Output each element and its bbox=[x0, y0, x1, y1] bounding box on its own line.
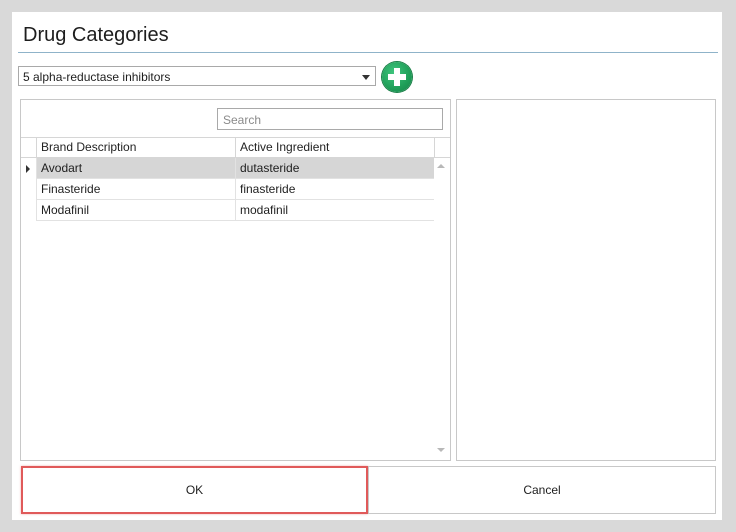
grid-header: Brand Description Active Ingredient bbox=[21, 137, 450, 158]
category-dropdown[interactable]: 5 alpha-reductase inhibitors bbox=[18, 66, 376, 86]
column-header-active-ingredient[interactable]: Active Ingredient bbox=[235, 138, 434, 157]
cancel-button[interactable]: Cancel bbox=[368, 466, 716, 514]
table-row[interactable]: Finasteride finasteride bbox=[21, 179, 434, 200]
dialog-title: Drug Categories bbox=[23, 24, 169, 46]
cell-brand[interactable]: Avodart bbox=[36, 158, 235, 179]
drug-categories-dialog: Drug Categories 5 alpha-reductase inhibi… bbox=[12, 12, 722, 520]
drug-list-panel: Search Brand Description Active Ingredie… bbox=[20, 99, 451, 461]
cell-ingredient[interactable]: finasteride bbox=[235, 179, 434, 200]
column-header-brand-description[interactable]: Brand Description bbox=[36, 138, 235, 157]
cell-brand[interactable]: Modafinil bbox=[36, 200, 235, 221]
title-divider bbox=[18, 52, 718, 53]
cell-brand[interactable]: Finasteride bbox=[36, 179, 235, 200]
search-input[interactable]: Search bbox=[217, 108, 443, 130]
plus-icon-vertical bbox=[394, 68, 400, 86]
cell-ingredient[interactable]: dutasteride bbox=[235, 158, 434, 179]
detail-panel bbox=[456, 99, 716, 461]
drug-grid: Brand Description Active Ingredient Avod… bbox=[21, 137, 450, 460]
scroll-down-icon[interactable] bbox=[437, 448, 445, 452]
table-row[interactable]: Modafinil modafinil bbox=[21, 200, 434, 221]
column-header-spacer bbox=[434, 138, 450, 157]
cell-ingredient[interactable]: modafinil bbox=[235, 200, 434, 221]
search-placeholder: Search bbox=[223, 113, 262, 127]
table-row[interactable]: Avodart dutasteride bbox=[21, 158, 434, 179]
chevron-down-icon[interactable] bbox=[362, 75, 370, 80]
grid-vertical-scrollbar[interactable] bbox=[434, 158, 449, 458]
ok-button[interactable]: OK bbox=[21, 466, 368, 514]
scroll-up-icon[interactable] bbox=[437, 164, 445, 168]
row-indicator-icon bbox=[26, 165, 30, 173]
category-dropdown-value: 5 alpha-reductase inhibitors bbox=[23, 70, 171, 84]
add-category-button[interactable] bbox=[382, 62, 412, 92]
